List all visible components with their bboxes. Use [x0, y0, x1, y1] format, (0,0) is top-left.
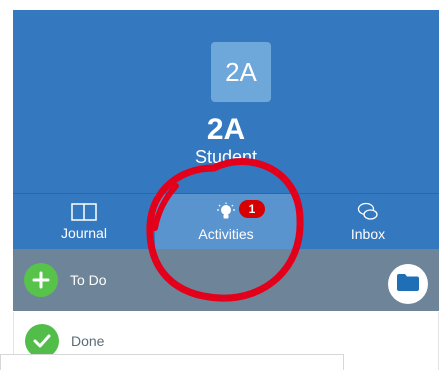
todo-label: To Do [70, 272, 107, 288]
done-label: Done [71, 333, 105, 349]
role-label: Student [194, 147, 258, 167]
notification-badge: 1 [239, 200, 265, 218]
tab-journal[interactable]: Journal [13, 194, 155, 250]
lightbulb-icon [216, 202, 236, 222]
chat-icon [357, 202, 379, 222]
app: 2A 2A Student Journal Activities 1 Inbox… [0, 0, 447, 370]
folder-icon [396, 272, 420, 297]
check-icon [25, 324, 59, 358]
tab-activities[interactable]: Activities 1 [155, 194, 297, 250]
book-icon [71, 203, 97, 221]
class-header: 2A 2A Student [13, 10, 439, 193]
overlay-panel [0, 354, 344, 370]
avatar-text: 2A [225, 56, 257, 87]
tab-journal-label: Journal [61, 225, 107, 241]
plus-icon[interactable] [24, 263, 58, 297]
folder-button[interactable] [388, 264, 428, 304]
tab-inbox-label: Inbox [350, 226, 386, 242]
tab-activities-label: Activities [198, 226, 254, 242]
left-margin [0, 0, 13, 370]
tab-bar: Journal Activities 1 Inbox [13, 193, 439, 250]
class-avatar: 2A [211, 42, 271, 102]
tab-inbox[interactable]: Inbox [297, 194, 439, 250]
todo-row[interactable]: To Do [13, 249, 439, 311]
right-margin [439, 0, 447, 370]
class-title: 2A [206, 113, 246, 146]
